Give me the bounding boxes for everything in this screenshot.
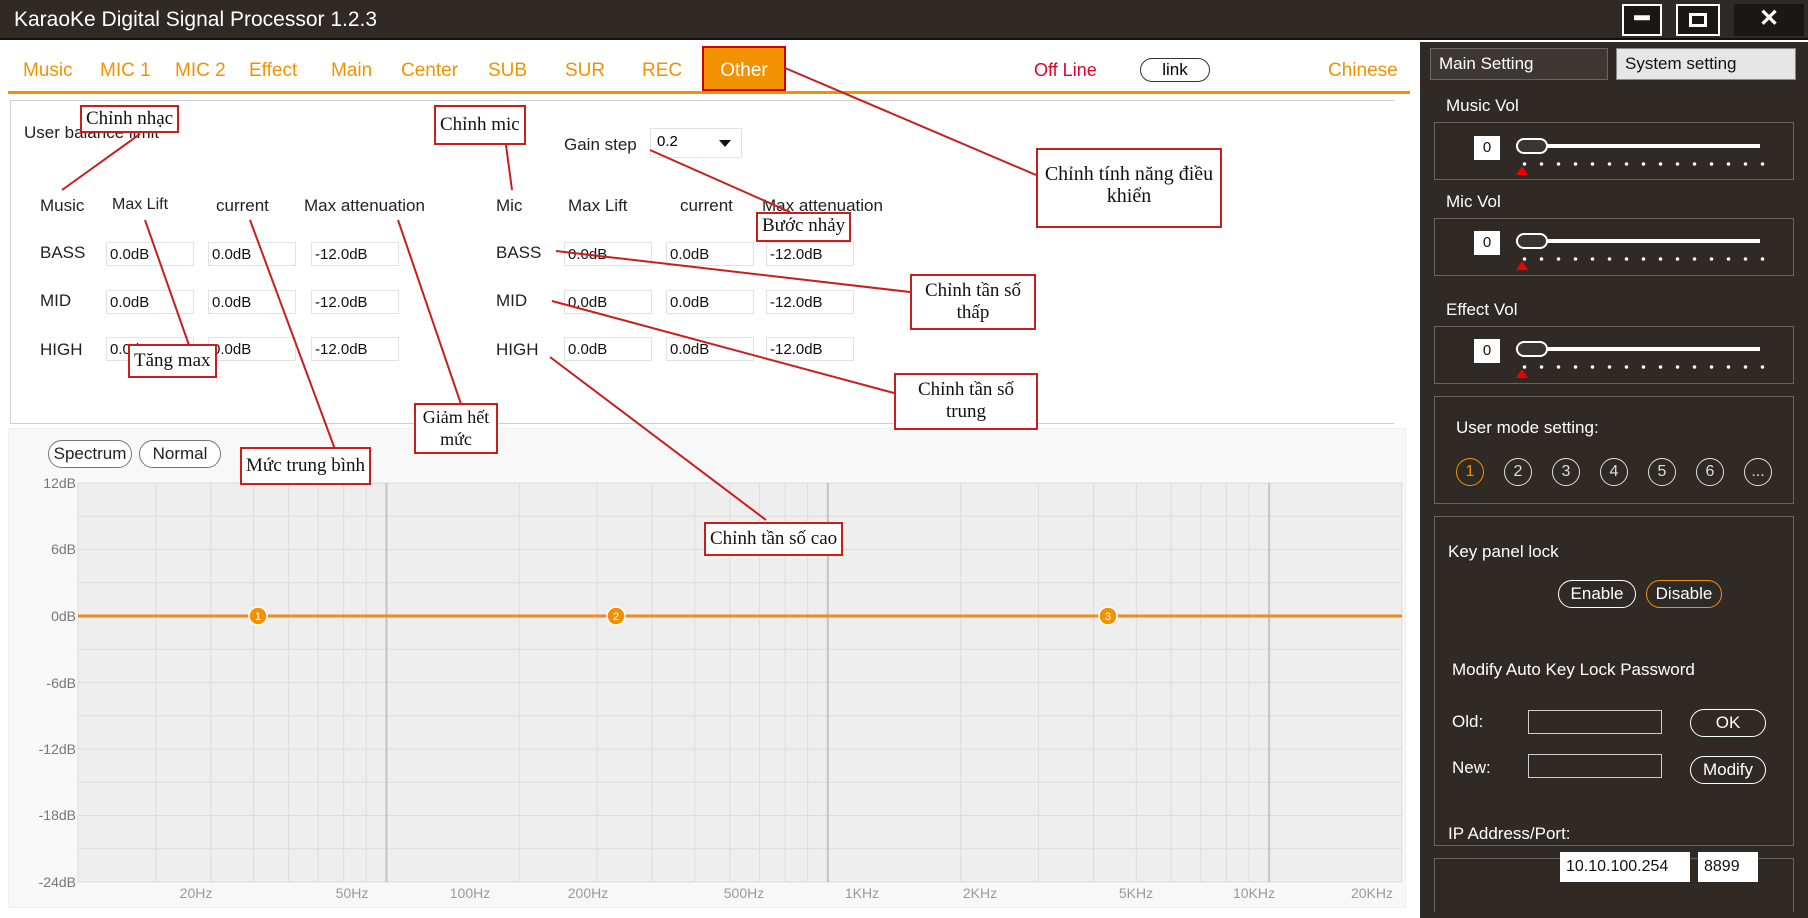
user-mode-5[interactable]: 5 (1648, 458, 1676, 486)
music-vol-ticks (1516, 162, 1766, 166)
x-label: 20KHz (1350, 885, 1394, 901)
annotation-chinh-tinh-nang: Chỉnh tính năng điều khiển (1036, 148, 1222, 228)
mic-vol-label: Mic Vol (1446, 192, 1501, 211)
new-password-label: New: (1452, 758, 1491, 777)
eq-point-label: 2 (613, 611, 619, 623)
effect-vol-label: Effect Vol (1446, 300, 1518, 319)
x-label: 5KHz (1118, 885, 1154, 901)
y-label: 12dB (43, 475, 76, 491)
modify-button[interactable]: Modify (1690, 756, 1766, 784)
key-lock-label: Key panel lock (1448, 542, 1559, 561)
y-label: -12dB (38, 741, 76, 757)
y-label: -24dB (38, 874, 76, 890)
eq-point-label: 1 (255, 611, 261, 623)
music-vol-slider-handle[interactable] (1516, 138, 1548, 154)
tab-main-setting-label: Main Setting (1439, 54, 1534, 73)
mic-vol-track (1516, 239, 1760, 243)
password-label: Modify Auto Key Lock Password (1452, 660, 1695, 679)
music-vol-value[interactable]: 0 (1474, 136, 1500, 160)
ok-button[interactable]: OK (1690, 709, 1766, 737)
effect-vol-marker-icon (1516, 369, 1528, 378)
tab-system-setting[interactable]: System setting (1616, 48, 1796, 80)
old-password-label: Old: (1452, 712, 1484, 731)
annotation-tang-max: Tăng max (128, 344, 217, 378)
key-lock-box (1434, 516, 1794, 846)
effect-vol-track (1516, 347, 1760, 351)
mic-vol-slider-handle[interactable] (1516, 233, 1548, 249)
user-mode-box (1434, 396, 1794, 504)
y-label: -6dB (46, 675, 76, 691)
mic-vol-marker-icon (1516, 261, 1528, 270)
user-mode-3[interactable]: 3 (1552, 458, 1580, 486)
y-label: 6dB (51, 541, 76, 557)
user-mode-4[interactable]: 4 (1600, 458, 1628, 486)
mic-vol-value[interactable]: 0 (1474, 231, 1500, 255)
x-label: 2KHz (962, 885, 998, 901)
ip-port-field[interactable]: 8899 (1698, 852, 1758, 882)
x-label: 1KHz (844, 885, 880, 901)
x-label: 20Hz (179, 885, 213, 901)
tab-main-setting[interactable]: Main Setting (1430, 48, 1608, 80)
key-lock-disable-button[interactable]: Disable (1646, 580, 1722, 608)
ip-label: IP Address/Port: (1448, 824, 1571, 843)
old-password-input[interactable] (1528, 710, 1662, 734)
x-label: 10KHz (1232, 885, 1276, 901)
right-settings-panel: Main Setting System setting Music Vol 0 … (1420, 42, 1808, 918)
annotation-tan-so-thap: Chỉnh tần số thấp (910, 274, 1036, 330)
x-label: 200Hz (567, 885, 609, 901)
user-mode-1[interactable]: 1 (1456, 458, 1484, 486)
new-password-input[interactable] (1528, 754, 1662, 778)
annotation-giam-het-muc: Giảm hết mức (414, 403, 498, 454)
effect-vol-slider-handle[interactable] (1516, 341, 1548, 357)
dsp-window: KaraoKe Digital Signal Processor 1.2.3 ━… (0, 0, 1808, 918)
music-vol-marker-icon (1516, 166, 1528, 175)
user-mode-label: User mode setting: (1456, 418, 1599, 437)
x-label: 500Hz (723, 885, 765, 901)
annotation-tan-so-cao: Chỉnh tần số cao (704, 522, 844, 556)
key-lock-enable-button[interactable]: Enable (1558, 580, 1636, 608)
music-vol-track (1516, 144, 1760, 148)
user-mode-2[interactable]: 2 (1504, 458, 1532, 486)
eq-point-label: 3 (1105, 611, 1111, 623)
y-label: -18dB (38, 807, 76, 823)
x-label: 50Hz (335, 885, 369, 901)
annotation-chinh-mic: Chỉnh mic (434, 105, 526, 145)
annotation-tan-so-trung: Chỉnh tần số trung (894, 373, 1038, 430)
effect-vol-ticks (1516, 365, 1766, 369)
user-mode-6[interactable]: 6 (1696, 458, 1724, 486)
annotation-chinh-nhac: Chỉnh nhạc (80, 105, 180, 133)
annotation-buoc-nhay: Bước nhảy (756, 212, 852, 242)
user-mode-more[interactable]: ... (1744, 458, 1772, 486)
annotation-muc-trung-binh: Mức trung bình (240, 447, 372, 485)
music-vol-label: Music Vol (1446, 96, 1519, 115)
mic-vol-ticks (1516, 257, 1766, 261)
ip-address-field[interactable]: 10.10.100.254 (1560, 852, 1690, 882)
tab-system-setting-label: System setting (1625, 54, 1737, 73)
y-label: 0dB (51, 608, 76, 624)
x-label: 100Hz (449, 885, 491, 901)
effect-vol-value[interactable]: 0 (1474, 339, 1500, 363)
